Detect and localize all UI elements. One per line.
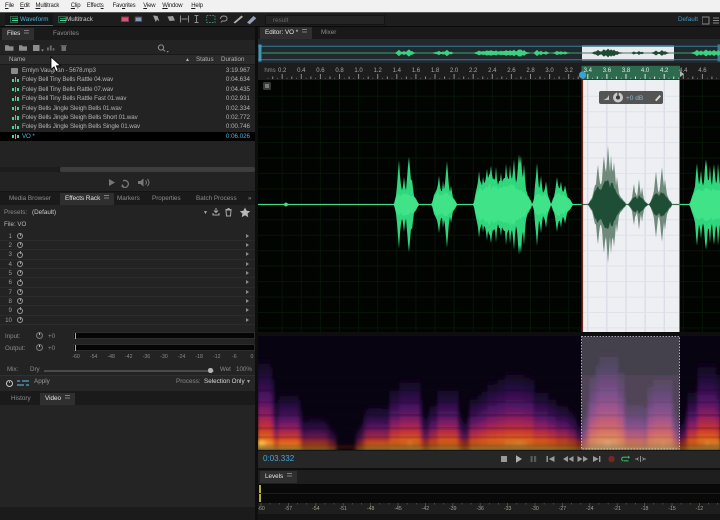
svg-text:+0 dB: +0 dB <box>626 95 643 102</box>
